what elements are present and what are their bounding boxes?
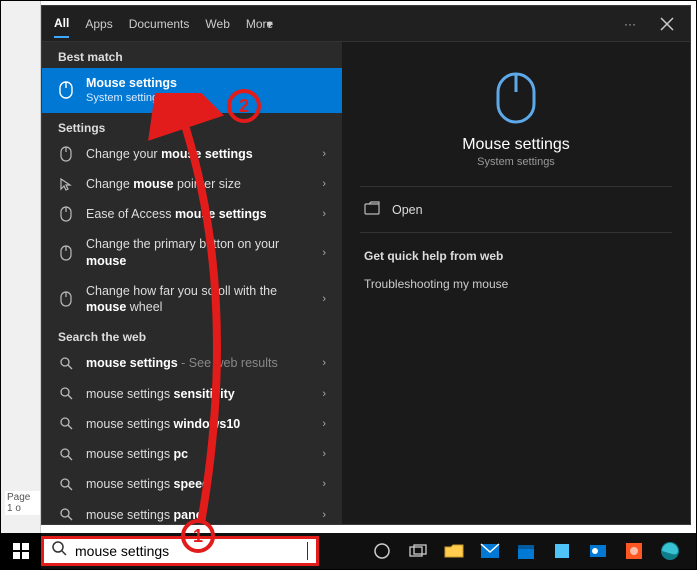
search-icon (58, 417, 74, 430)
result-settings-item[interactable]: Change your mouse settings › (42, 139, 342, 169)
result-best-match[interactable]: Mouse settings System settings (42, 68, 342, 113)
chevron-right-icon: › (322, 247, 326, 259)
chevron-right-icon: › (322, 388, 326, 400)
chevron-right-icon: › (322, 478, 326, 490)
chevron-right-icon: › (322, 357, 326, 369)
mouse-icon (58, 245, 74, 261)
tab-apps[interactable]: Apps (85, 11, 112, 37)
result-web-item[interactable]: mouse settings panel › (42, 500, 342, 524)
taskbar-app-photos[interactable] (620, 537, 648, 565)
chevron-right-icon: › (322, 448, 326, 460)
taskbar-app-calendar[interactable] (512, 537, 540, 565)
search-tabs: All Apps Documents Web More ▾ ··· (42, 6, 690, 42)
search-icon (58, 387, 74, 400)
detail-subtitle: System settings (360, 156, 672, 168)
mouse-icon (58, 81, 74, 99)
result-web-item[interactable]: mouse settings speed › (42, 469, 342, 499)
chevron-right-icon: › (322, 418, 326, 430)
results-list: Best match Mouse settings System setting… (42, 42, 342, 524)
window-gutter: Page 1 o (1, 1, 41, 537)
detail-pane: Mouse settings System settings Open Get … (342, 42, 690, 524)
taskbar-app-taskview[interactable] (404, 537, 432, 565)
search-icon (58, 478, 74, 491)
start-button[interactable] (1, 533, 41, 569)
detail-title: Mouse settings (360, 136, 672, 154)
tab-more[interactable]: More ▾ (246, 11, 273, 37)
section-best-match: Best match (42, 42, 342, 68)
open-action[interactable]: Open (360, 187, 672, 233)
taskbar (1, 533, 696, 569)
mouse-icon (58, 146, 74, 162)
more-options-icon[interactable]: ··· (620, 13, 640, 35)
chevron-right-icon: › (322, 178, 326, 190)
page-number-label: Page 1 o (5, 491, 40, 515)
search-input[interactable] (75, 543, 299, 559)
quick-help-link[interactable]: Troubleshooting my mouse (360, 273, 672, 295)
result-settings-item[interactable]: Ease of Access mouse settings › (42, 199, 342, 229)
result-settings-item[interactable]: Change how far you scroll with the mouse… (42, 276, 342, 323)
search-icon (58, 448, 74, 461)
result-web-item[interactable]: mouse settings pc › (42, 439, 342, 469)
taskbar-app-explorer[interactable] (440, 537, 468, 565)
taskbar-search[interactable] (41, 536, 319, 566)
result-web-item[interactable]: mouse settings sensitivity › (42, 379, 342, 409)
taskbar-app-mail[interactable] (476, 537, 504, 565)
chevron-right-icon: › (322, 148, 326, 160)
search-panel: All Apps Documents Web More ▾ ··· Best m… (41, 5, 691, 525)
result-subtitle: System settings (86, 91, 326, 105)
open-icon (364, 201, 380, 218)
mouse-icon (58, 291, 74, 307)
result-web-item[interactable]: mouse settings - See web results › (42, 348, 342, 378)
section-settings: Settings (42, 113, 342, 139)
tab-web[interactable]: Web (205, 11, 229, 37)
cursor-icon (58, 177, 74, 191)
chevron-down-icon: ▾ (267, 17, 273, 31)
quick-help-header: Get quick help from web (360, 233, 672, 273)
taskbar-app-outlook[interactable] (584, 537, 612, 565)
result-settings-item[interactable]: Change the primary button on your mouse … (42, 229, 342, 276)
chevron-right-icon: › (322, 509, 326, 521)
section-web: Search the web (42, 322, 342, 348)
result-web-item[interactable]: mouse settings windows10 › (42, 409, 342, 439)
mouse-icon (58, 206, 74, 222)
search-icon (58, 508, 74, 521)
chevron-right-icon: › (322, 293, 326, 305)
taskbar-app-notes[interactable] (548, 537, 576, 565)
search-icon (58, 357, 74, 370)
tab-all[interactable]: All (54, 10, 69, 38)
taskbar-app-edge[interactable] (656, 537, 684, 565)
chevron-right-icon: › (322, 208, 326, 220)
search-icon (52, 541, 67, 561)
mouse-icon (492, 70, 540, 126)
tab-documents[interactable]: Documents (129, 11, 190, 37)
open-label: Open (392, 203, 423, 217)
close-icon[interactable] (656, 13, 678, 35)
result-title: Mouse settings (86, 76, 177, 90)
taskbar-app-cortana[interactable] (368, 537, 396, 565)
windows-icon (13, 543, 29, 559)
result-settings-item[interactable]: Change mouse pointer size › (42, 169, 342, 199)
